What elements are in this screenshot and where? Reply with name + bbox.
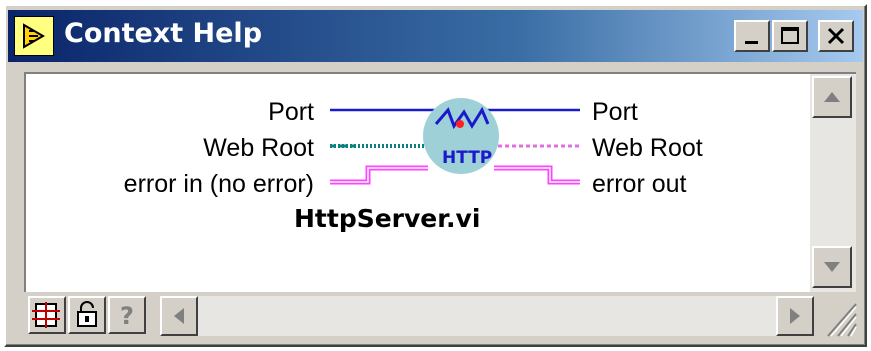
- show-optional-terminals-button[interactable]: [28, 296, 66, 334]
- lock-button[interactable]: [68, 296, 106, 334]
- scroll-left-button[interactable]: [160, 296, 198, 336]
- port-input-label: Port: [268, 98, 314, 126]
- svg-text:?: ?: [120, 302, 134, 330]
- error-out-wire: [494, 165, 580, 185]
- detailed-help-button[interactable]: ?: [108, 296, 146, 334]
- web-root-output-label: Web Root: [592, 134, 703, 162]
- arrow-down-icon: [824, 262, 840, 272]
- minimize-button[interactable]: [734, 20, 770, 52]
- error-out-label: error out: [592, 170, 687, 198]
- resize-grip[interactable]: [816, 292, 860, 340]
- maximize-button[interactable]: [772, 20, 808, 52]
- title-bar[interactable]: Context Help: [8, 10, 863, 62]
- close-button[interactable]: [818, 20, 854, 52]
- help-content-area: Port Web Root error in (no error) Port W…: [24, 72, 810, 292]
- resize-grip-icon: [827, 303, 857, 337]
- maximize-icon: [781, 27, 799, 44]
- vertical-scrollbar[interactable]: [810, 72, 856, 292]
- show-optional-terminals-icon: [32, 302, 60, 328]
- web-root-input-label: Web Root: [203, 134, 314, 162]
- help-toolbar: ?: [24, 292, 857, 340]
- close-icon: [827, 27, 845, 45]
- help-icon: ?: [120, 302, 134, 330]
- scroll-down-button[interactable]: [812, 246, 852, 288]
- labview-app-icon: [14, 16, 54, 56]
- error-in-wire: [330, 165, 428, 185]
- scroll-up-button[interactable]: [812, 76, 852, 118]
- http-icon-text: HTTP: [442, 148, 493, 168]
- port-output-label: Port: [592, 98, 638, 126]
- horizontal-scrollbar[interactable]: [160, 296, 814, 336]
- window-title: Context Help: [64, 18, 263, 49]
- arrow-left-icon: [174, 308, 184, 324]
- error-in-label: error in (no error): [123, 170, 314, 198]
- lock-icon: [77, 301, 97, 327]
- arrow-up-icon: [824, 92, 840, 102]
- arrow-right-icon: [790, 308, 800, 324]
- minimize-icon: [745, 41, 758, 44]
- scroll-right-button[interactable]: [776, 296, 814, 336]
- vi-name-label: HttpServer.vi: [294, 204, 481, 233]
